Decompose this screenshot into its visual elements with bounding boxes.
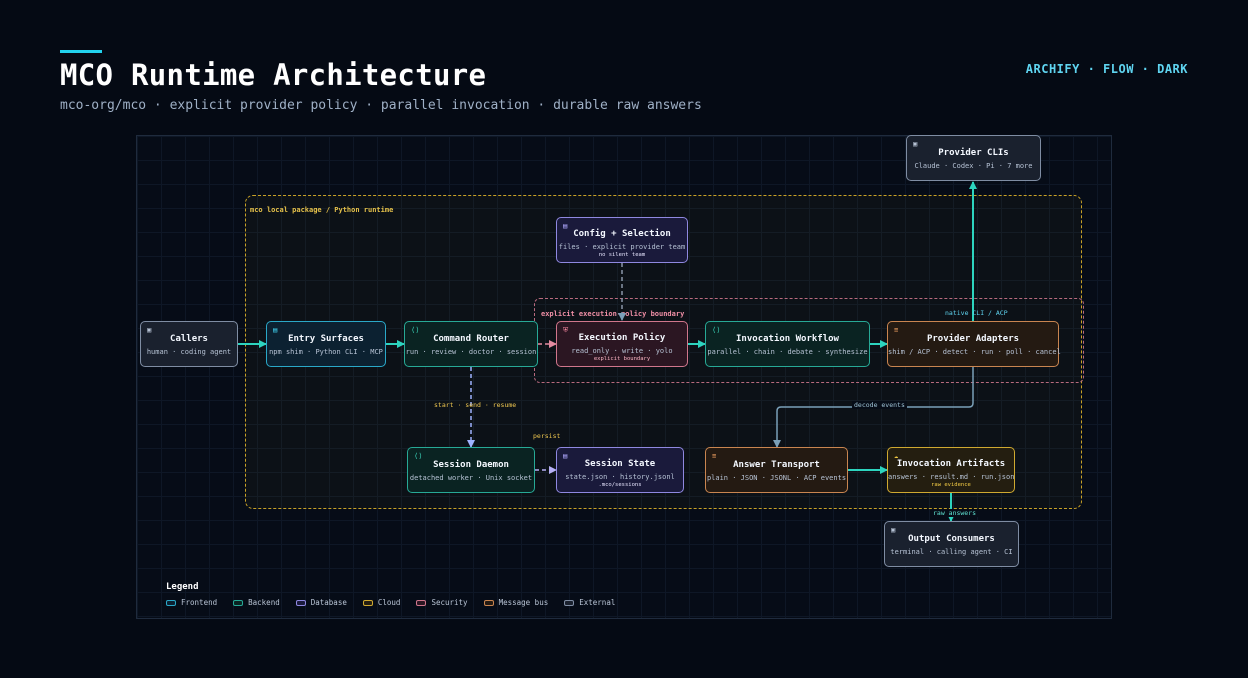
node-title: Invocation Workflow — [736, 334, 839, 344]
node-subtitle: files · explicit provider team — [558, 243, 686, 251]
legend-item-backend: Backend — [233, 598, 280, 607]
database-icon: ▤ — [563, 452, 568, 460]
shield-icon: ⛨ — [563, 326, 569, 334]
legend-item-message-bus: Message bus — [483, 598, 549, 607]
window-icon: ▤ — [273, 326, 278, 334]
node-output-consumers[interactable]: ▣ Output Consumers terminal · calling ag… — [884, 521, 1019, 567]
node-provider-clis[interactable]: ▣ Provider CLIs Claude · Codex · Pi · 7 … — [906, 135, 1041, 181]
node-execution-policy[interactable]: ⛨ Execution Policy read_only · write · y… — [556, 321, 688, 367]
node-provider-adapters[interactable]: ≡ Provider Adapters shim / ACP · detect … — [887, 321, 1061, 367]
database-icon: ▤ — [563, 222, 568, 230]
node-title: Provider CLIs — [938, 148, 1009, 158]
node-title: Callers — [170, 334, 208, 344]
node-subtitle: parallel · chain · debate · synthesize — [707, 348, 868, 356]
legend-swatch — [362, 599, 373, 606]
edge-label-decode: decode events — [852, 401, 907, 409]
legend-swatch — [233, 599, 244, 606]
legend-swatch — [564, 599, 575, 606]
node-title: Entry Surfaces — [288, 334, 364, 344]
legend: Frontend Backend Database Cloud Security… — [166, 598, 615, 607]
legend-item-database: Database — [295, 598, 347, 607]
node-title: Answer Transport — [733, 460, 820, 470]
node-subtitle: human · coding agent — [146, 348, 232, 356]
node-title: Execution Policy — [578, 333, 666, 343]
edge-label-persist: persist — [533, 432, 561, 440]
node-callers[interactable]: ▣ Callers human · coding agent — [140, 321, 238, 367]
legend-label: Security — [431, 598, 468, 607]
node-note: raw evidence — [931, 482, 971, 488]
queue-icon: ≡ — [712, 452, 717, 460]
node-subtitle: npm shim · Python CLI · MCP — [269, 348, 383, 356]
legend-item-external: External — [564, 598, 615, 607]
code-braces-icon: ⟨⟩ — [414, 452, 423, 460]
queue-icon: ≡ — [894, 326, 899, 334]
node-session-state[interactable]: ▤ Session State state.json · history.jso… — [556, 447, 684, 493]
node-title: Config + Selection — [573, 229, 671, 239]
external-box-icon: ▣ — [147, 326, 152, 334]
node-note: explicit boundary — [593, 356, 651, 362]
code-braces-icon: ⟨⟩ — [411, 326, 420, 334]
node-subtitle: shim / ACP · detect · run · poll · cance… — [888, 348, 1061, 356]
node-subtitle: state.json · history.jsonl — [565, 473, 675, 481]
node-command-router[interactable]: ⟨⟩ Command Router run · review · doctor … — [404, 321, 538, 367]
legend-swatch — [295, 599, 306, 606]
legend-title: Legend — [166, 582, 199, 592]
legend-label: Cloud — [377, 598, 401, 607]
node-answer-transport[interactable]: ≡ Answer Transport plain · JSON · JSONL … — [705, 447, 848, 493]
legend-label: Backend — [248, 598, 280, 607]
edge-label-session: start · send · resume — [434, 401, 517, 409]
cloud-icon: ☁ — [894, 452, 899, 460]
node-title: Session State — [584, 459, 656, 469]
code-braces-icon: ⟨⟩ — [712, 326, 721, 334]
legend-swatch — [166, 599, 176, 606]
external-box-icon: ▣ — [891, 526, 896, 534]
node-config-selection[interactable]: ▤ Config + Selection files · explicit pr… — [556, 217, 688, 263]
node-invocation-workflow[interactable]: ⟨⟩ Invocation Workflow parallel · chain … — [705, 321, 870, 367]
legend-label: Message bus — [498, 598, 549, 607]
node-subtitle: Claude · Codex · Pi · 7 more — [914, 162, 1033, 170]
node-title: Command Router — [433, 334, 509, 344]
node-subtitle: plain · JSON · JSONL · ACP events — [706, 474, 847, 482]
node-title: Output Consumers — [908, 534, 995, 544]
node-subtitle: read_only · write · yolo — [571, 347, 673, 355]
node-title: Provider Adapters — [926, 334, 1020, 344]
node-invocation-artifacts[interactable]: ☁ Invocation Artifacts answers · result.… — [887, 447, 1015, 493]
node-subtitle: terminal · calling agent · CI — [890, 548, 1013, 556]
node-subtitle: detached worker · Unix socket — [409, 474, 533, 482]
legend-item-cloud: Cloud — [362, 598, 401, 607]
node-title: Session Daemon — [433, 460, 509, 470]
node-subtitle: run · review · doctor · session — [405, 348, 537, 356]
node-note: .mco/sessions — [598, 482, 642, 488]
legend-label: Frontend — [181, 598, 218, 607]
legend-item-frontend: Frontend — [166, 598, 217, 607]
edge-label-native: native CLI / ACP — [945, 309, 1008, 317]
edge-label-raw: raw answers — [931, 509, 979, 517]
legend-label: Database — [310, 598, 347, 607]
legend-swatch — [416, 599, 427, 606]
external-box-icon: ▣ — [913, 140, 918, 148]
legend-swatch — [483, 599, 494, 606]
node-subtitle: answers · result.md · run.json — [888, 473, 1015, 481]
node-title: Invocation Artifacts — [896, 459, 1006, 469]
legend-item-security: Security — [416, 598, 468, 607]
legend-label: External — [579, 598, 616, 607]
node-session-daemon[interactable]: ⟨⟩ Session Daemon detached worker · Unix… — [407, 447, 535, 493]
node-entry-surfaces[interactable]: ▤ Entry Surfaces npm shim · Python CLI ·… — [266, 321, 386, 367]
node-note: no silent team — [598, 252, 646, 258]
